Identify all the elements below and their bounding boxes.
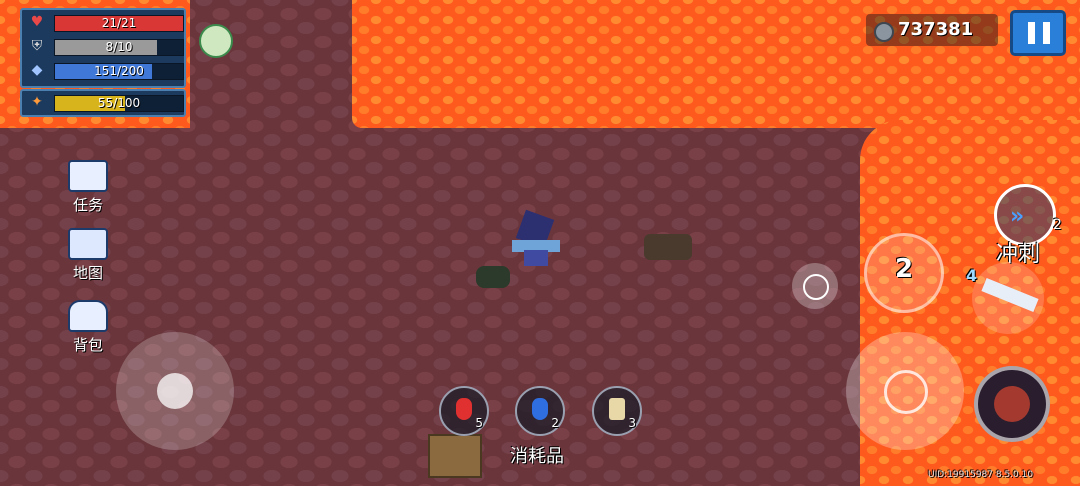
health-row: ♥ 21/21: [28, 14, 184, 32]
skill-row: ✦ 55/100: [28, 94, 184, 112]
energy-crystal-icon: ◆: [31, 62, 43, 78]
stats-panel: ♥ 21/21 ⛨ 8/10 ◆ 151/200: [20, 8, 186, 88]
game-viewport[interactable]: ♥ 21/21 ⛨ 8/10 ◆ 151/200 ✦ 55/100 737381…: [0, 0, 1080, 486]
map-label: 地图: [72, 264, 103, 282]
vending-crate: [428, 434, 482, 478]
dash-charges: 2: [1053, 217, 1062, 233]
version-text: UID:19915987 8.5.0.10: [928, 470, 1034, 480]
pause-icon: [1028, 22, 1050, 44]
weapon-icon: [981, 278, 1039, 312]
weapon-slot-button[interactable]: 4: [966, 262, 1044, 334]
heart-icon: ♥: [30, 14, 44, 30]
blue-potion-icon: [532, 398, 548, 420]
skill-panel: ✦ 55/100: [20, 89, 186, 117]
map-button[interactable]: 地图: [58, 228, 118, 283]
skill-charge-icon: ✦: [31, 94, 43, 110]
coin-icon: [874, 22, 894, 42]
backpack-label: 背包: [72, 336, 103, 354]
pet-cat: [476, 266, 510, 288]
character-skill-icon: [994, 386, 1030, 422]
task-list-icon: [68, 160, 108, 192]
energy-row: ◆ 151/200: [28, 62, 184, 80]
skill-value: 55/100: [97, 96, 141, 110]
shield-icon: ⛨: [31, 38, 43, 54]
currency-value: 737381: [898, 19, 974, 40]
crosshair-icon: [884, 370, 928, 414]
slot-count: 3: [628, 416, 636, 430]
armor-bar: 8/10: [54, 39, 184, 56]
backpack-button[interactable]: 背包: [58, 300, 118, 355]
map-icon: [68, 228, 108, 260]
joystick-thumb[interactable]: [157, 373, 193, 409]
consumable-slot-blue-potion[interactable]: 2: [515, 386, 565, 436]
pet-portrait-icon[interactable]: [199, 24, 233, 58]
red-potion-icon: [456, 398, 472, 420]
pause-button[interactable]: [1010, 10, 1066, 56]
scroll-icon: [609, 398, 625, 420]
emote-button[interactable]: [792, 263, 838, 309]
enemy-creature: [644, 234, 692, 260]
smiley-icon: [803, 274, 829, 300]
backpack-icon: [68, 300, 108, 332]
player-character: [512, 209, 562, 268]
energy-value: 151/200: [94, 64, 144, 78]
tasks-button[interactable]: 任务: [58, 160, 118, 215]
slot-count: 2: [551, 416, 559, 430]
armor-value: 8/10: [105, 40, 133, 54]
weapon-swap-number: 2: [895, 254, 914, 284]
skill-bar: 55/100: [54, 95, 184, 112]
health-bar: 21/21: [54, 15, 184, 32]
attack-button[interactable]: [846, 332, 964, 450]
weapon-energy-cost: 4: [966, 266, 978, 285]
currency-display: 737381: [866, 14, 998, 46]
dash-chevrons-icon: »: [1010, 204, 1025, 229]
consumable-slot-scroll[interactable]: 3: [592, 386, 642, 436]
consumable-slot-red-potion[interactable]: 5: [439, 386, 489, 436]
armor-row: ⛨ 8/10: [28, 38, 184, 56]
slot-count: 5: [475, 416, 483, 430]
consumables-label: 消耗品: [510, 446, 564, 467]
tasks-label: 任务: [72, 196, 103, 214]
energy-bar: 151/200: [54, 63, 184, 80]
health-value: 21/21: [101, 16, 137, 30]
character-skill-button[interactable]: [974, 366, 1050, 442]
movement-joystick[interactable]: [116, 332, 234, 450]
weapon-swap-button[interactable]: 2: [864, 233, 944, 313]
